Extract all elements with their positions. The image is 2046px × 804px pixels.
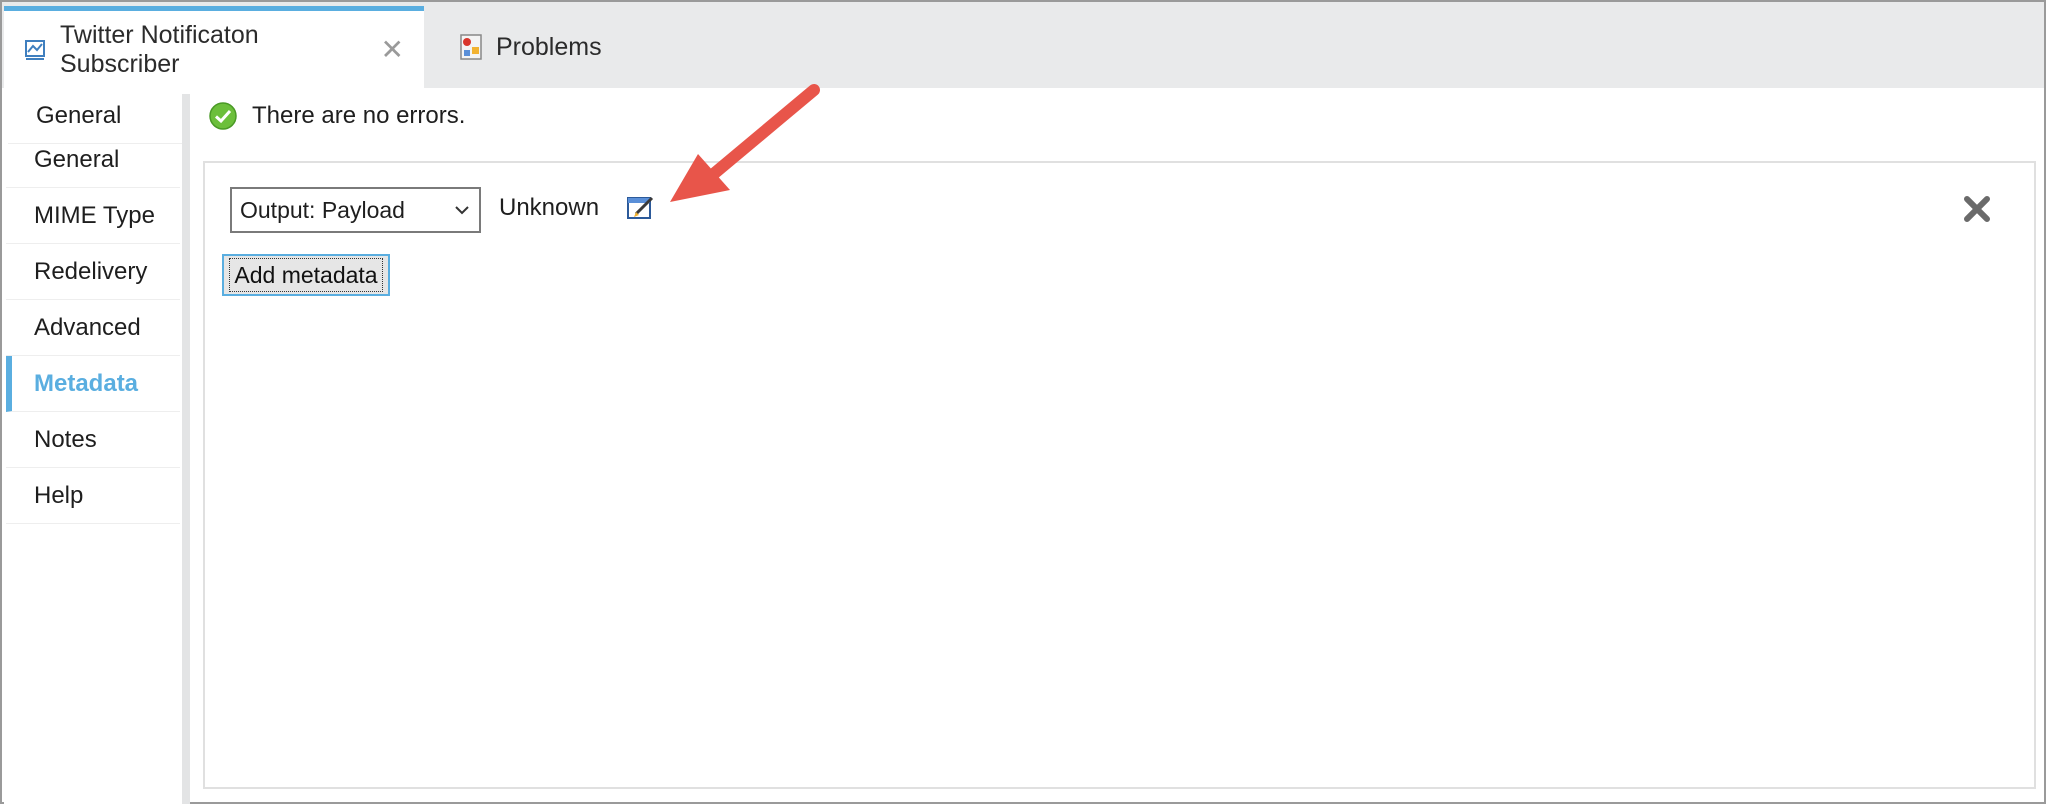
chevron-down-icon [453, 199, 471, 227]
tab-label: Problems [496, 32, 602, 61]
problems-icon [458, 33, 484, 61]
metadata-panel [203, 161, 2036, 789]
add-metadata-label: Add metadata [229, 258, 383, 292]
sidebar-item-label: Advanced [34, 313, 141, 341]
add-metadata-button[interactable]: Add metadata [222, 254, 390, 296]
sidebar-item-label: MIME Type [34, 201, 155, 229]
sidebar-item-label: General [36, 101, 122, 129]
close-icon[interactable] [1960, 192, 1994, 231]
sidebar-item-redelivery[interactable]: Redelivery [6, 244, 180, 300]
tab-twitter-notification-subscriber[interactable]: Twitter Notificaton Subscriber ✕ [4, 6, 424, 88]
sidebar-item-mime-type[interactable]: MIME Type [6, 188, 180, 244]
tab-problems[interactable]: Problems [438, 6, 638, 88]
editor-window: Twitter Notificaton Subscriber ✕ Problem… [0, 0, 2046, 804]
tab-bar: Twitter Notificaton Subscriber ✕ Problem… [2, 2, 2044, 88]
sidebar-divider [182, 94, 190, 804]
sidebar-item-general[interactable]: General [6, 132, 180, 188]
sidebar-item-label: Help [34, 481, 84, 509]
tab-label: Twitter Notificaton Subscriber [60, 20, 259, 78]
sidebar-item-metadata[interactable]: Metadata [6, 356, 180, 412]
metadata-type-label: Unknown [499, 194, 600, 221]
sidebar-item-help[interactable]: Help [6, 468, 180, 524]
metadata-output-select[interactable]: Output: Payload [230, 187, 481, 233]
check-circle-icon [208, 101, 238, 131]
sidebar-item-label: Notes [34, 425, 97, 453]
sidebar-item-advanced[interactable]: Advanced [6, 300, 180, 356]
select-value: Output: Payload [240, 196, 405, 223]
sidebar-item-notes[interactable]: Notes [6, 412, 180, 468]
status-line: There are no errors. [208, 98, 465, 134]
flow-icon [24, 38, 48, 62]
sidebar-item-label: Metadata [34, 369, 139, 397]
sidebar-item-label: General [34, 145, 120, 173]
annotation-arrow-icon [662, 78, 832, 213]
status-text: There are no errors. [252, 102, 466, 129]
sidebar-item-label: Redelivery [34, 257, 148, 285]
close-icon[interactable]: ✕ [381, 35, 404, 64]
edit-icon[interactable] [626, 193, 656, 226]
